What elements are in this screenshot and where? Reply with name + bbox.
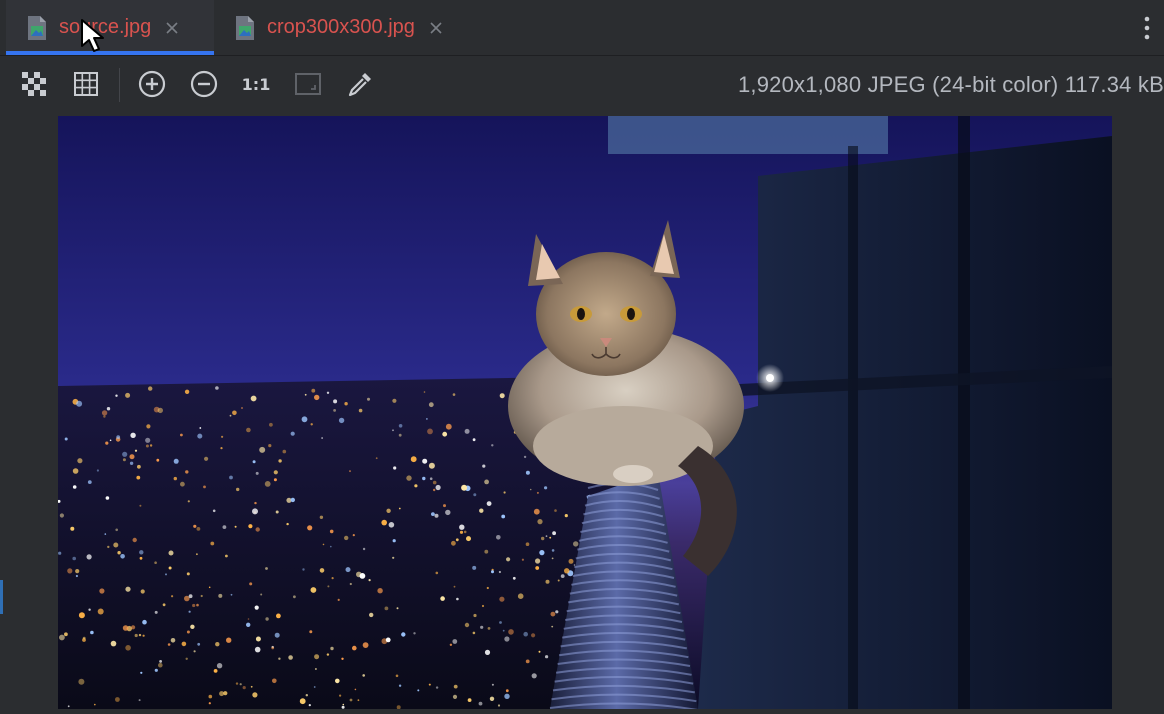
zoom-out-icon xyxy=(190,70,218,98)
close-icon[interactable] xyxy=(429,21,443,35)
cat-on-railing-photo xyxy=(58,116,1112,709)
fit-zoom-button[interactable] xyxy=(294,70,322,98)
chessboard-toggle-button[interactable] xyxy=(20,70,48,98)
image-file-icon xyxy=(28,15,46,40)
fit-zoom-icon xyxy=(295,73,321,95)
image-canvas xyxy=(0,112,1164,714)
gutter-marker xyxy=(0,580,3,614)
actual-size-icon: 1:1 xyxy=(241,74,271,94)
tab-crop300x300-jpg[interactable]: crop300x300.jpg xyxy=(226,0,478,55)
transparency-chessboard-icon xyxy=(22,72,46,96)
image-toolbar: 1:1 1,920x1,080 JPEG (24-bit color) 117.… xyxy=(0,56,1164,112)
image-viewer-window: source.jpg crop300x300.jpg 1:1 1,920x1,0… xyxy=(0,0,1164,714)
actual-size-button[interactable]: 1:1 xyxy=(241,70,271,98)
displayed-image[interactable] xyxy=(58,116,1112,709)
grid-toggle-button[interactable] xyxy=(72,70,100,98)
color-picker-button[interactable] xyxy=(346,70,374,98)
color-picker-icon xyxy=(348,73,371,97)
more-options-icon[interactable] xyxy=(1144,15,1150,41)
mouse-pointer-icon xyxy=(81,19,104,52)
close-icon[interactable] xyxy=(165,21,179,35)
image-info-label: 1,920x1,080 JPEG (24-bit color) 117.34 k… xyxy=(737,72,1164,97)
tab-label: crop300x300.jpg xyxy=(267,16,415,38)
grid-icon xyxy=(74,72,98,96)
zoom-out-button[interactable] xyxy=(190,70,218,98)
image-file-icon xyxy=(236,15,254,40)
zoom-in-icon xyxy=(138,70,166,98)
tab-source-jpg[interactable]: source.jpg xyxy=(6,0,214,55)
zoom-in-button[interactable] xyxy=(138,70,166,98)
editor-tab-bar: source.jpg crop300x300.jpg xyxy=(0,0,1164,56)
toolbar-separator xyxy=(119,68,120,102)
